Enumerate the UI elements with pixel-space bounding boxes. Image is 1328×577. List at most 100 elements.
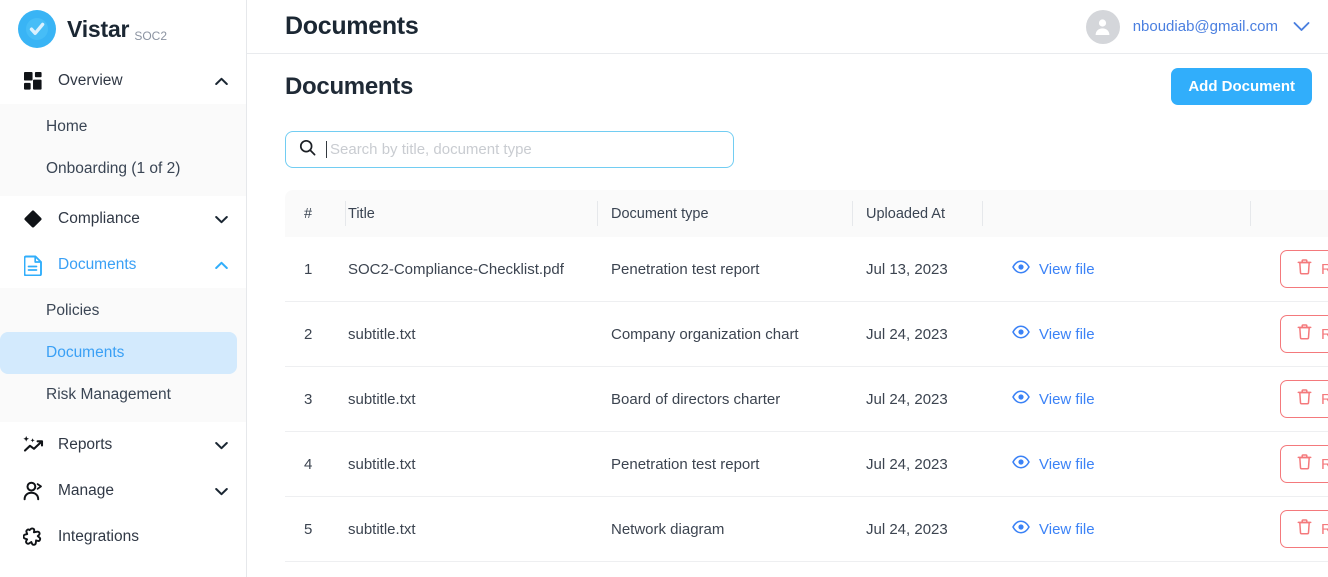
sparkle-chart-icon bbox=[22, 434, 44, 456]
chevron-up-icon[interactable] bbox=[214, 74, 228, 88]
sidebar-item-overview-label: Overview bbox=[58, 72, 123, 89]
sidebar-item-home-label: Home bbox=[46, 118, 88, 135]
search-icon bbox=[299, 139, 316, 161]
view-file-link[interactable]: View file bbox=[1012, 520, 1095, 538]
sidebar-item-onboarding[interactable]: Onboarding (1 of 2) bbox=[0, 148, 246, 190]
add-document-button[interactable]: Add Document bbox=[1171, 68, 1312, 105]
row-view-cell: View file bbox=[982, 432, 1250, 497]
nav-group-overview: Overview Home Onboarding (1 of 2) bbox=[0, 58, 246, 196]
row-uploaded-at: Jul 24, 2023 bbox=[866, 455, 948, 473]
brand-suffix: SOC2 bbox=[134, 28, 167, 43]
sidebar-item-manage[interactable]: Manage bbox=[0, 468, 246, 514]
view-file-link[interactable]: View file bbox=[1012, 390, 1095, 408]
eye-icon bbox=[1012, 520, 1030, 538]
chevron-down-icon[interactable] bbox=[214, 212, 228, 226]
text-caret bbox=[326, 141, 327, 158]
row-view-cell: View file bbox=[982, 497, 1250, 562]
main-content: Documents nboudiab@gmail.com Documents A… bbox=[247, 0, 1328, 577]
remove-label: Remove bbox=[1321, 520, 1328, 538]
remove-button[interactable]: Remove bbox=[1280, 315, 1328, 353]
page-header: Documents Add Document bbox=[285, 54, 1312, 105]
column-header-title: Title bbox=[345, 190, 597, 237]
topbar: Documents nboudiab@gmail.com bbox=[247, 0, 1328, 54]
sidebar-item-home[interactable]: Home bbox=[0, 106, 246, 148]
trash-icon bbox=[1297, 259, 1312, 279]
table-row[interactable]: 4 subtitle.txt Penetration test report J… bbox=[285, 432, 1328, 497]
sidebar-item-integrations[interactable]: Integrations bbox=[0, 514, 246, 560]
row-title: subtitle.txt bbox=[348, 520, 416, 538]
sidebar-item-documents-sub[interactable]: Documents bbox=[0, 332, 237, 374]
chevron-up-icon[interactable] bbox=[214, 258, 228, 272]
row-uploaded-at: Jul 13, 2023 bbox=[866, 260, 948, 278]
search-input[interactable]: Search by title, document type bbox=[285, 131, 734, 168]
nav-group-documents: Documents Policies Documents Risk Manage… bbox=[0, 242, 246, 422]
row-document-type: Network diagram bbox=[611, 520, 725, 538]
sidebar-item-compliance[interactable]: Compliance bbox=[0, 196, 246, 242]
chevron-down-icon[interactable] bbox=[1293, 21, 1310, 32]
sidebar-item-policies[interactable]: Policies bbox=[0, 290, 246, 332]
row-uploaded-at: Jul 24, 2023 bbox=[866, 520, 948, 538]
chevron-down-icon[interactable] bbox=[214, 438, 228, 452]
sidebar-item-onboarding-label: Onboarding (1 of 2) bbox=[46, 160, 181, 177]
view-file-link[interactable]: View file bbox=[1012, 325, 1095, 343]
brand[interactable]: Vistar SOC2 bbox=[0, 0, 246, 58]
table-header-row: # Title Document type Uploaded At bbox=[285, 190, 1328, 237]
table-row[interactable]: 5 subtitle.txt Network diagram Jul 24, 2… bbox=[285, 497, 1328, 562]
view-file-label: View file bbox=[1039, 455, 1095, 473]
view-file-link[interactable]: View file bbox=[1012, 455, 1095, 473]
grid-icon bbox=[22, 70, 44, 92]
remove-label: Remove bbox=[1321, 325, 1328, 343]
user-menu[interactable]: nboudiab@gmail.com bbox=[1085, 9, 1310, 44]
nav-group-manage: Manage bbox=[0, 468, 246, 514]
row-title: SOC2-Compliance-Checklist.pdf bbox=[348, 260, 564, 278]
nav-group-integrations: Integrations bbox=[0, 514, 246, 560]
remove-button[interactable]: Remove bbox=[1280, 510, 1328, 548]
remove-button[interactable]: Remove bbox=[1280, 250, 1328, 288]
row-actions-cell: Remove bbox=[1250, 367, 1328, 432]
row-actions-cell: Remove bbox=[1250, 237, 1328, 302]
sidebar-item-documents-label: Documents bbox=[58, 256, 137, 273]
page-title: Documents bbox=[285, 72, 413, 100]
person-icon bbox=[22, 480, 44, 502]
table-row[interactable]: 1 SOC2-Compliance-Checklist.pdf Penetrat… bbox=[285, 237, 1328, 302]
sidebar-item-documents-sub-label: Documents bbox=[46, 344, 125, 361]
view-file-link[interactable]: View file bbox=[1012, 260, 1095, 278]
column-header-actions bbox=[1250, 190, 1328, 237]
trash-icon bbox=[1297, 454, 1312, 474]
row-actions-cell: Remove bbox=[1250, 497, 1328, 562]
sidebar: Vistar SOC2 Overview Home Onboarding (1 … bbox=[0, 0, 247, 577]
trash-icon bbox=[1297, 519, 1312, 539]
puzzle-icon bbox=[22, 526, 44, 548]
sidebar-item-policies-label: Policies bbox=[46, 302, 100, 319]
table-row[interactable]: 2 subtitle.txt Company organization char… bbox=[285, 302, 1328, 367]
sidebar-item-documents[interactable]: Documents bbox=[0, 242, 246, 288]
table-row[interactable]: 3 subtitle.txt Board of directors charte… bbox=[285, 367, 1328, 432]
row-index: 2 bbox=[304, 325, 313, 343]
subnav-overview: Home Onboarding (1 of 2) bbox=[0, 104, 246, 196]
remove-button[interactable]: Remove bbox=[1280, 445, 1328, 483]
row-view-cell: View file bbox=[982, 302, 1250, 367]
app-root: Vistar SOC2 Overview Home Onboarding (1 … bbox=[0, 0, 1328, 577]
row-view-cell: View file bbox=[982, 367, 1250, 432]
row-index: 1 bbox=[304, 260, 313, 278]
view-file-label: View file bbox=[1039, 325, 1095, 343]
row-document-type: Company organization chart bbox=[611, 325, 799, 343]
brand-text: Vistar SOC2 bbox=[67, 16, 167, 43]
sidebar-item-reports[interactable]: Reports bbox=[0, 422, 246, 468]
row-title: subtitle.txt bbox=[348, 455, 416, 473]
row-view-cell: View file bbox=[982, 237, 1250, 302]
trash-icon bbox=[1297, 389, 1312, 409]
remove-button[interactable]: Remove bbox=[1280, 380, 1328, 418]
check-circle-icon bbox=[18, 10, 56, 48]
page-body: Documents Add Document Search by title, … bbox=[247, 54, 1328, 562]
sidebar-item-overview[interactable]: Overview bbox=[0, 58, 246, 104]
remove-label: Remove bbox=[1321, 260, 1328, 278]
row-actions-cell: Remove bbox=[1250, 302, 1328, 367]
sidebar-item-risk-management[interactable]: Risk Management bbox=[0, 374, 246, 416]
remove-label: Remove bbox=[1321, 390, 1328, 408]
subnav-documents: Policies Documents Risk Management bbox=[0, 288, 246, 422]
document-icon bbox=[22, 254, 44, 276]
documents-table: # Title Document type Uploaded At 1 SOC2… bbox=[285, 190, 1328, 562]
chevron-down-icon[interactable] bbox=[214, 484, 228, 498]
sidebar-item-compliance-label: Compliance bbox=[58, 210, 140, 227]
